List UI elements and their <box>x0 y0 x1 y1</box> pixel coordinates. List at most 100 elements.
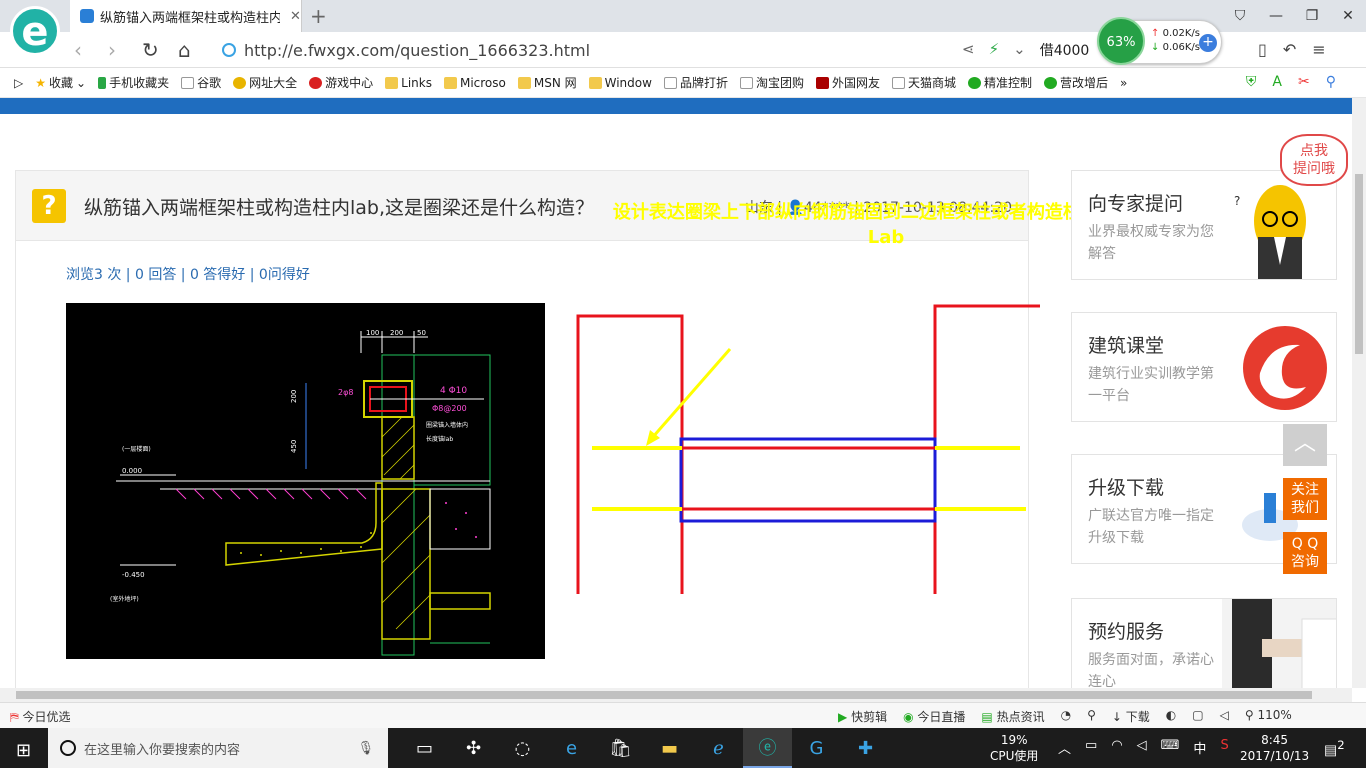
follow-us-button[interactable]: 关注 我们 <box>1283 478 1327 520</box>
search-icon[interactable]: ⚲ <box>1326 74 1336 90</box>
bookmark-item[interactable]: 精准控制 <box>968 74 1032 91</box>
battery-icon[interactable]: ▭ <box>1085 738 1097 757</box>
file-explorer-icon[interactable]: ▬ <box>645 728 694 768</box>
vertical-scroll-thumb[interactable] <box>1355 174 1363 354</box>
menu-icon[interactable]: ≡ <box>1312 40 1325 59</box>
tray-expand-icon[interactable]: ︿ <box>1058 738 1071 757</box>
url-text: http://e.fwxgx.com/question_1666323.html <box>244 40 591 60</box>
broom-icon[interactable]: ⚲ <box>1087 708 1096 725</box>
shirt-skin-icon[interactable]: ⛉ <box>1222 0 1258 32</box>
lightning-icon[interactable]: ⚡ <box>989 40 1000 60</box>
bookmark-item[interactable]: Microso <box>443 76 506 90</box>
status-item[interactable]: ▤ 热点资讯 <box>981 708 1044 725</box>
bookmark-item[interactable]: MSN 网 <box>517 74 577 91</box>
close-tab-icon[interactable]: ✕ <box>290 9 301 24</box>
ask-expert-card[interactable]: 向专家提问 业界最权威专家为您解答 ? <box>1071 170 1337 280</box>
more-bookmarks-icon[interactable]: » <box>1120 76 1127 90</box>
bookmark-item[interactable]: 淘宝团购 <box>739 74 804 91</box>
status-item[interactable]: ◉ 今日直播 <box>903 708 965 725</box>
booking-service-card[interactable]: 预约服务 服务面对面，承诺心连心 <box>1071 598 1337 688</box>
bookmark-item[interactable]: 谷歌 <box>181 74 221 91</box>
new-tab-button[interactable]: + <box>310 4 327 28</box>
remote-app-icon[interactable]: ✚ <box>841 728 890 768</box>
volume-icon[interactable]: ◁ <box>1220 708 1229 725</box>
bookmark-item[interactable]: 天猫商城 <box>892 74 956 91</box>
taskbar-search[interactable]: 在这里输入你要搜索的内容 🎙 <box>48 728 388 768</box>
refresh-button[interactable]: ↻ <box>142 38 159 62</box>
cpu-usage[interactable]: 19% CPU使用 <box>990 732 1038 764</box>
status-item[interactable]: ▶ 快剪辑 <box>838 708 887 725</box>
accelerate-plus-icon[interactable]: + <box>1199 34 1217 52</box>
wifi-icon[interactable]: ◠ <box>1111 738 1122 757</box>
card-title: 建筑课堂 <box>1088 335 1165 357</box>
status-item[interactable]: ↓ 下载 <box>1112 708 1150 725</box>
cad-note: (室外地坪) <box>110 595 139 603</box>
microphone-icon[interactable]: 🎙 <box>357 741 374 756</box>
back-button[interactable]: ‹ <box>74 38 82 62</box>
speaker-icon[interactable]: ◁ <box>1137 738 1147 757</box>
bookmark-item[interactable]: ★ 收藏 ⌄ <box>35 74 86 91</box>
cpu-percent: 19% <box>1000 733 1028 747</box>
bookmark-item[interactable]: 手机收藏夹 <box>98 74 169 91</box>
task-view-icon[interactable]: ▭ <box>400 728 449 768</box>
phone-icon[interactable]: ▯ <box>1258 40 1267 59</box>
rebar-label: 2φ8 <box>338 388 353 397</box>
bookmark-item[interactable]: Window <box>588 76 652 90</box>
clock-time: 8:45 <box>1261 733 1289 747</box>
zoom-level[interactable]: ⚲ 110% <box>1245 708 1292 725</box>
pinwheel-app-icon[interactable]: ✣ <box>449 728 498 768</box>
window-controls: ⛉ — ❐ ✕ <box>1222 0 1366 32</box>
back-to-top-button[interactable]: ︿ <box>1283 424 1327 466</box>
g-app-icon[interactable]: G <box>792 728 841 768</box>
undo-icon[interactable]: ↶ <box>1283 40 1296 59</box>
chrome-like-app-icon[interactable]: ◌ <box>498 728 547 768</box>
dim-label: 200 <box>390 329 403 337</box>
url-field[interactable]: http://e.fwxgx.com/question_1666323.html <box>222 36 1042 64</box>
keyboard-icon[interactable]: ⌨ <box>1161 738 1180 757</box>
memory-percent: 63% <box>1097 17 1145 65</box>
maximize-button[interactable]: ❐ <box>1294 0 1330 32</box>
home-button[interactable]: ⌂ <box>178 38 191 62</box>
window-icon[interactable]: ▢ <box>1192 708 1203 725</box>
store-icon[interactable]: 🛍 <box>596 728 645 768</box>
ie-icon[interactable]: ℯ <box>694 728 743 768</box>
qq-consult-button[interactable]: Q Q 咨询 <box>1283 532 1327 574</box>
url-dropdown-icon[interactable]: ⌄ <box>1013 40 1026 60</box>
network-speed-widget[interactable]: 63% ↑ 0.02K/s ↓ 0.06K/s + <box>1097 17 1222 65</box>
system-clock[interactable]: 8:45 2017/10/13 <box>1240 732 1309 764</box>
start-button[interactable]: ⊞ <box>16 740 31 761</box>
bookmark-item[interactable]: 外国网友 <box>815 74 880 91</box>
ime-indicator[interactable]: 中 <box>1193 738 1206 757</box>
ask-question-bubble[interactable]: 点我 提问哦 <box>1280 134 1348 186</box>
today-picks[interactable]: ⛿ 今日优选 <box>10 708 71 725</box>
building-class-card[interactable]: 建筑课堂 建筑行业实训教学第一平台 <box>1071 312 1337 422</box>
edge-icon[interactable]: e <box>547 728 596 768</box>
shield-icon[interactable]: ⛨ <box>1246 74 1257 90</box>
share-icon[interactable]: ⋖ <box>962 40 975 60</box>
scissors-icon[interactable]: ✂ <box>1298 74 1310 90</box>
browser-logo-icon[interactable]: e <box>10 6 60 56</box>
horizontal-scrollbar[interactable] <box>0 688 1352 702</box>
question-stats[interactable]: 浏览3 次 | 0 回答 | 0 答得好 | 0问得好 <box>66 264 310 284</box>
browser-app-icon[interactable]: ⓔ <box>743 728 792 768</box>
vertical-scrollbar[interactable] <box>1352 98 1366 688</box>
horizontal-scroll-thumb[interactable] <box>16 691 1312 699</box>
bookmark-item[interactable]: 游戏中心 <box>309 74 373 91</box>
gift-icon: ⛿ <box>10 710 19 724</box>
search-hint[interactable]: 借4000 <box>1040 40 1090 60</box>
speed-icon[interactable]: ◔ <box>1061 708 1071 725</box>
close-window-button[interactable]: ✕ <box>1330 0 1366 32</box>
bookmark-item[interactable]: 网址大全 <box>233 74 297 91</box>
forward-button[interactable]: › <box>108 38 116 62</box>
action-center[interactable]: ▤2 <box>1324 738 1345 759</box>
bookmark-item[interactable]: Links <box>385 76 432 90</box>
bookmark-item[interactable]: 营改增后 <box>1044 74 1108 91</box>
minimize-button[interactable]: — <box>1258 0 1294 32</box>
bookmark-item[interactable]: 品牌打折 <box>663 74 728 91</box>
translate-icon[interactable]: A <box>1272 74 1282 90</box>
refresh-small-icon[interactable]: ◐ <box>1166 708 1176 725</box>
cad-note: 圈梁锚入墙体内 <box>426 421 468 429</box>
tab-active[interactable]: 纵筋锚入两端框架柱或构造柱内la ✕ <box>70 0 302 32</box>
sidebar-toggle-icon[interactable]: ▷ <box>14 76 23 90</box>
sogou-icon[interactable]: S <box>1220 738 1228 757</box>
